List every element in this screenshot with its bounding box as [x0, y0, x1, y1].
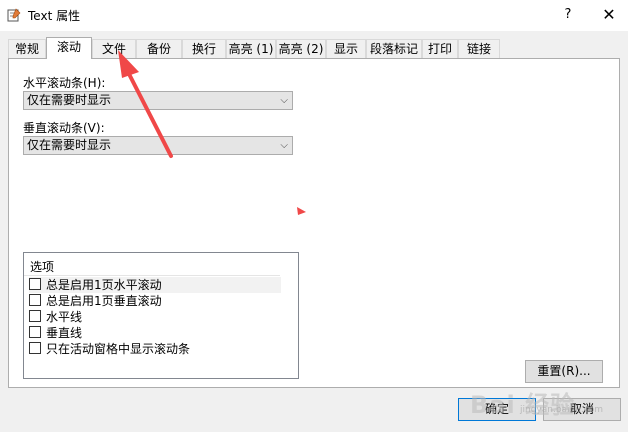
tab-general[interactable]: 常规 — [8, 39, 46, 58]
option-horizontal-line[interactable]: 水平线 — [29, 309, 82, 325]
options-header: 选项 — [30, 260, 55, 274]
option-label: 只在活动窗格中显示滚动条 — [46, 342, 191, 356]
checkbox[interactable] — [29, 294, 41, 306]
horizontal-scrollbar-select[interactable]: 仅在需要时显示 ⌵ — [23, 91, 293, 110]
options-header-divider — [24, 275, 280, 276]
option-vertical-line[interactable]: 垂直线 — [29, 325, 82, 341]
checkbox[interactable] — [29, 342, 41, 354]
checkbox[interactable] — [29, 326, 41, 338]
tab-scroll[interactable]: 滚动 — [46, 37, 92, 59]
option-label: 总是启用1页水平滚动 — [46, 278, 162, 292]
tab-wrap[interactable]: 换行 — [182, 39, 226, 58]
option-always-v-scroll[interactable]: 总是启用1页垂直滚动 — [29, 293, 162, 309]
reset-button[interactable]: 重置(R)... — [525, 360, 603, 383]
horizontal-scrollbar-value: 仅在需要时显示 — [27, 93, 112, 107]
checkbox[interactable] — [29, 278, 41, 290]
tab-display[interactable]: 显示 — [326, 39, 366, 58]
vertical-scrollbar-value: 仅在需要时显示 — [27, 138, 112, 152]
options-list: 选项 总是启用1页水平滚动 总是启用1页垂直滚动 水平线 垂直线 只在活动窗格中… — [23, 252, 299, 379]
tab-paragraph-marks[interactable]: 段落标记 — [366, 39, 422, 58]
notepad-icon — [7, 8, 21, 22]
checkbox[interactable] — [29, 310, 41, 322]
option-label: 总是启用1页垂直滚动 — [46, 294, 162, 308]
tab-file[interactable]: 文件 — [92, 39, 136, 58]
title-bar: Text 属性 ? ✕ — [0, 0, 628, 31]
chevron-down-icon: ⌵ — [280, 140, 288, 151]
help-button[interactable]: ? — [558, 4, 578, 26]
vertical-scrollbar-label: 垂直滚动条(V): — [23, 121, 105, 135]
option-label: 垂直线 — [46, 326, 83, 340]
horizontal-scrollbar-label: 水平滚动条(H): — [23, 76, 106, 90]
close-button[interactable]: ✕ — [598, 4, 620, 26]
vertical-scrollbar-select[interactable]: 仅在需要时显示 ⌵ — [23, 136, 293, 155]
baidu-watermark-url: jingyan.baidu.com — [520, 405, 604, 415]
tab-backup[interactable]: 备份 — [136, 39, 182, 58]
tab-print[interactable]: 打印 — [422, 39, 458, 58]
tab-highlight-1[interactable]: 高亮 (1) — [226, 39, 276, 58]
chevron-down-icon: ⌵ — [280, 95, 288, 106]
tab-highlight-2[interactable]: 高亮 (2) — [276, 39, 326, 58]
tab-links[interactable]: 链接 — [458, 39, 500, 58]
option-active-pane-only[interactable]: 只在活动窗格中显示滚动条 — [29, 341, 190, 357]
option-always-h-scroll[interactable]: 总是启用1页水平滚动 — [29, 277, 281, 293]
window-title: Text 属性 — [28, 9, 81, 23]
option-label: 水平线 — [46, 310, 83, 324]
